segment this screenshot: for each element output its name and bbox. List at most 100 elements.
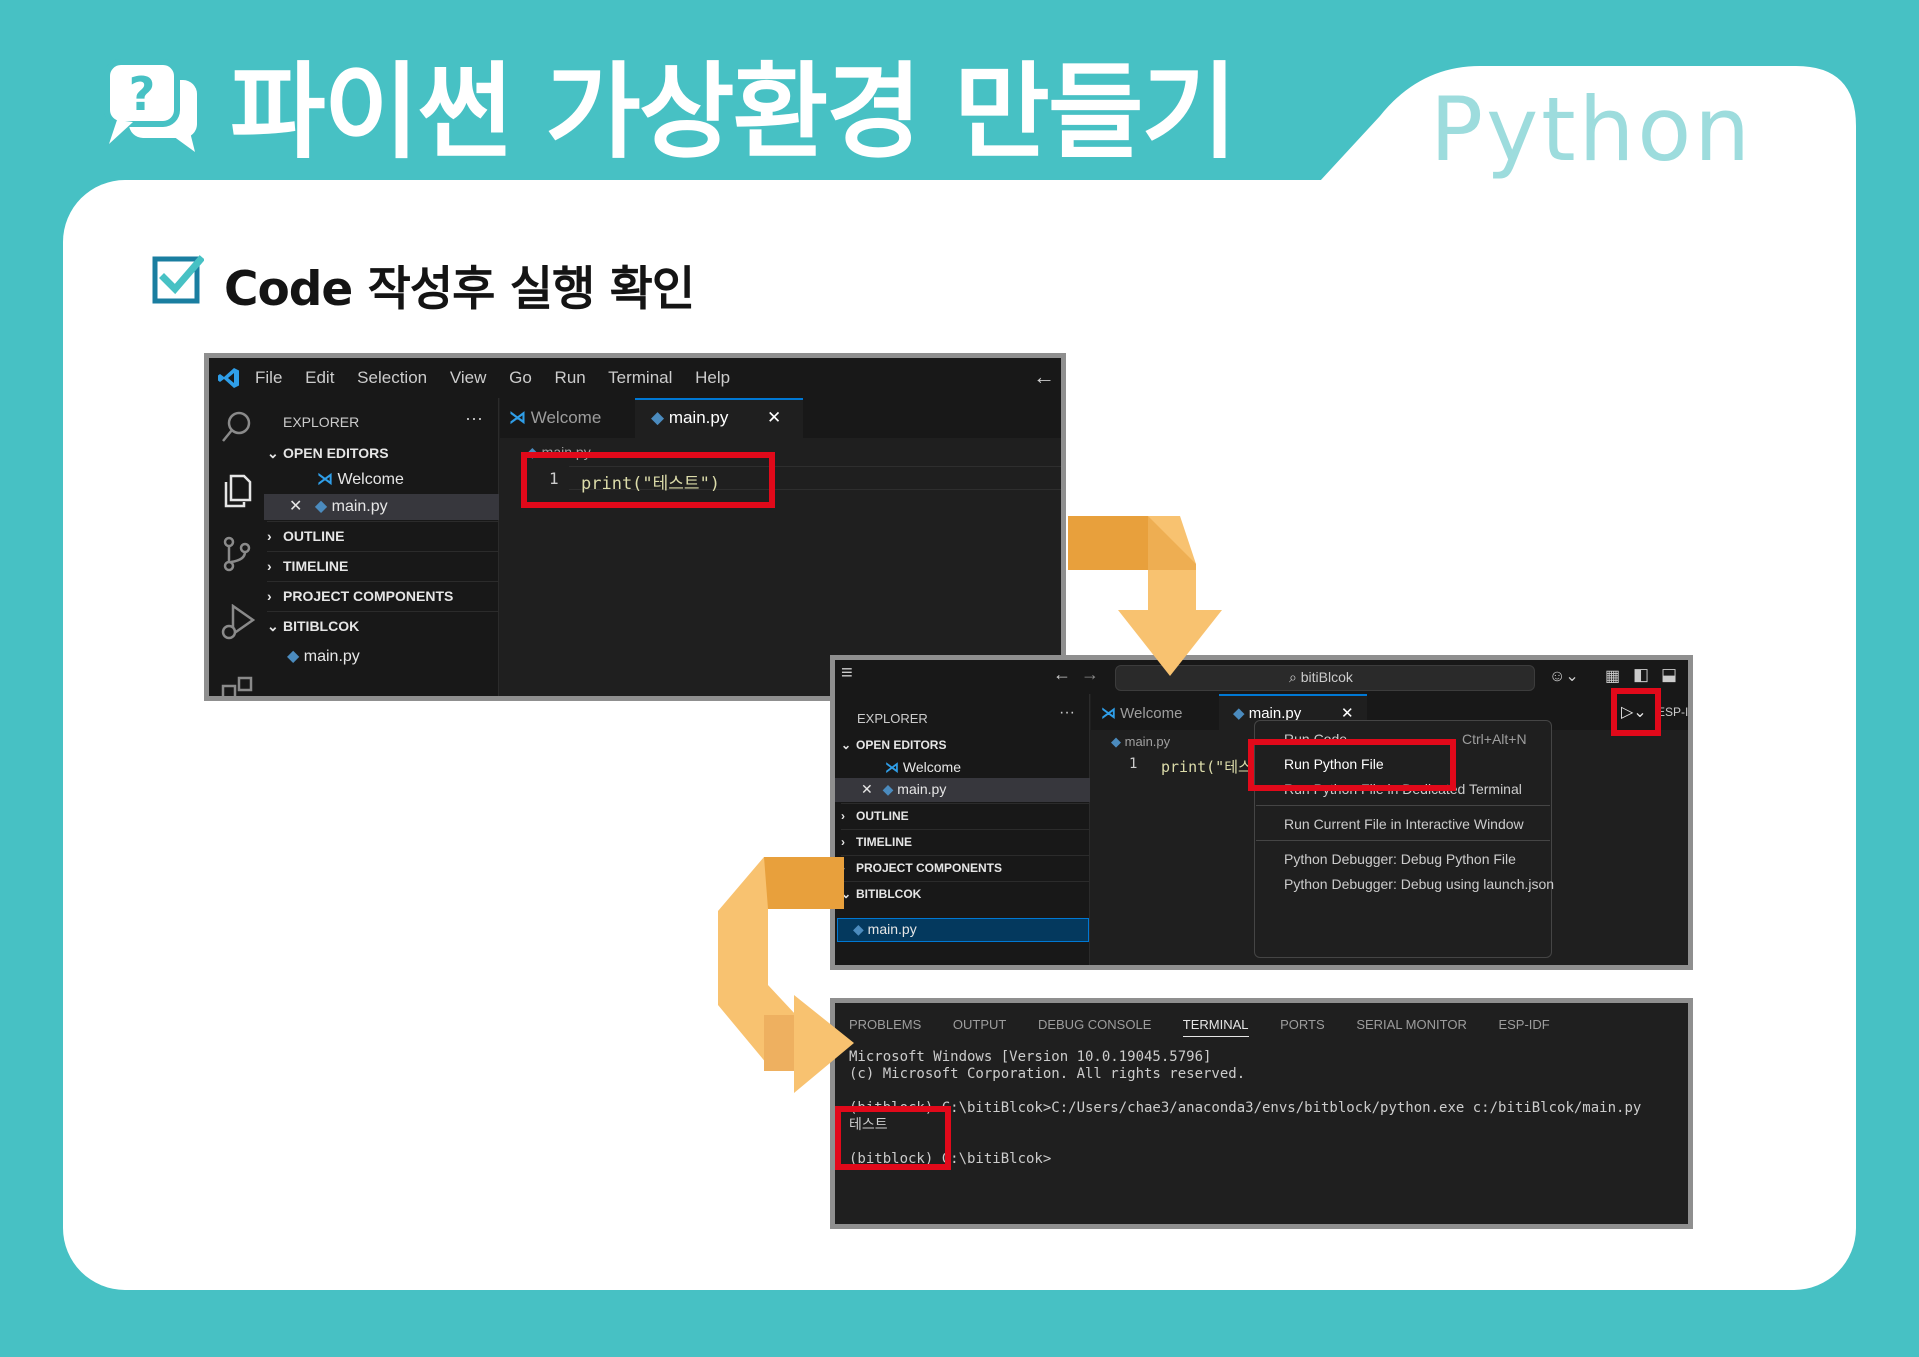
layout-icon[interactable]: ▦ bbox=[1605, 666, 1620, 686]
explorer-icon[interactable] bbox=[222, 474, 252, 508]
panel-tab-esp-idf[interactable]: ESP-IDF bbox=[1498, 1017, 1549, 1032]
more-actions-icon[interactable]: ··· bbox=[465, 408, 483, 429]
close-icon[interactable]: ✕ bbox=[861, 781, 873, 797]
python-tag: Python bbox=[1430, 78, 1754, 181]
tab-welcome[interactable]: ⋊ Welcome bbox=[1101, 704, 1182, 722]
vscode-icon: ⋊ bbox=[885, 759, 899, 775]
copilot-icon[interactable]: ☺⌄ bbox=[1549, 666, 1579, 686]
panel-tab-output[interactable]: OUTPUT bbox=[953, 1017, 1006, 1032]
menu-item-run-interactive-window[interactable]: Run Current File in Interactive Window bbox=[1284, 816, 1524, 832]
explorer-label: EXPLORER bbox=[857, 711, 928, 726]
flow-arrow-left-down bbox=[718, 857, 854, 1093]
python-icon: ◆ bbox=[651, 408, 665, 427]
python-icon: ◆ bbox=[287, 648, 300, 665]
tab-welcome[interactable]: ⋊ Welcome bbox=[509, 408, 601, 428]
flow-arrow-down bbox=[1068, 516, 1222, 676]
panel-tab-terminal[interactable]: TERMINAL bbox=[1182, 1017, 1249, 1037]
python-icon: ◆ bbox=[1233, 705, 1245, 722]
python-icon: ◆ bbox=[1111, 734, 1121, 749]
source-control-icon[interactable] bbox=[223, 536, 251, 572]
back-arrow-icon[interactable]: ← bbox=[1033, 364, 1055, 390]
chevron-down-icon: ⌄ bbox=[841, 738, 852, 752]
sidebar-section-timeline[interactable]: › TIMELINE bbox=[841, 829, 1090, 849]
menu-selection[interactable]: Selection bbox=[357, 368, 427, 387]
breadcrumb[interactable]: ◆ main.py bbox=[1111, 734, 1170, 750]
python-icon: ◆ bbox=[314, 498, 328, 515]
sidebar-section-project-components[interactable]: ›PROJECT COMPONENTS bbox=[841, 855, 1090, 875]
checkbox-icon bbox=[152, 255, 204, 304]
chevron-right-icon: › bbox=[841, 809, 845, 823]
highlight-run-python-file bbox=[1248, 739, 1456, 791]
vscode-icon: ⋊ bbox=[1101, 705, 1116, 722]
toggle-sidebar-icon[interactable]: ◧ bbox=[1633, 665, 1649, 685]
menu-go[interactable]: Go bbox=[509, 368, 532, 387]
panel-tab-serial-monitor[interactable]: SERIAL MONITOR bbox=[1356, 1017, 1467, 1032]
right-tab-esp[interactable]: ESP-I bbox=[1657, 705, 1688, 719]
explorer-label: EXPLORER bbox=[283, 414, 360, 430]
menu-bar: File Edit Selection View Go Run Terminal… bbox=[255, 368, 730, 388]
panel-tab-debug-console[interactable]: DEBUG CONSOLE bbox=[1038, 1017, 1151, 1032]
hamburger-menu-icon[interactable]: ≡ bbox=[841, 662, 853, 685]
page-title: 파이썬 가상환경 만들기 bbox=[230, 51, 1237, 173]
menu-terminal[interactable]: Terminal bbox=[608, 368, 672, 387]
menu-divider bbox=[1256, 840, 1550, 841]
menu-file[interactable]: File bbox=[255, 368, 282, 387]
vscode-icon: ⋊ bbox=[509, 408, 526, 427]
chevron-down-icon: ⌄ bbox=[267, 445, 279, 461]
menu-help[interactable]: Help bbox=[695, 368, 730, 387]
chevron-right-icon: › bbox=[267, 558, 272, 574]
close-icon[interactable]: ✕ bbox=[289, 498, 302, 515]
sidebar-section-bitiblcok[interactable]: ⌄ BITIBLCOK bbox=[841, 881, 1090, 901]
chevron-right-icon: › bbox=[267, 528, 272, 544]
chevron-right-icon: › bbox=[841, 835, 845, 849]
sidebar-section-outline[interactable]: › OUTLINE bbox=[841, 803, 1090, 823]
question-chat-icon: ? bbox=[104, 59, 197, 152]
highlight-code bbox=[521, 452, 775, 508]
menu-divider bbox=[1256, 805, 1550, 806]
toggle-panel-icon[interactable]: ⬓ bbox=[1661, 665, 1677, 685]
python-icon: ◆ bbox=[882, 781, 894, 797]
panel-tabs: PROBLEMS OUTPUT DEBUG CONSOLE TERMINAL P… bbox=[849, 1017, 1550, 1037]
terminal-output[interactable]: Microsoft Windows [Version 10.0.19045.57… bbox=[849, 1049, 1641, 1168]
vscode-window-run-menu: ≡ ← → ⌕ bitiBlcok ☺⌄ ▦ ◧ ⬓ EXPLORER ··· … bbox=[830, 655, 1693, 970]
terminal-line: (c) Microsoft Corporation. All rights re… bbox=[849, 1066, 1246, 1082]
terminal-panel-window: PROBLEMS OUTPUT DEBUG CONSOLE TERMINAL P… bbox=[830, 998, 1693, 1229]
sidebar-section-outline[interactable]: › OUTLINE bbox=[267, 521, 499, 544]
sidebar-section-timeline[interactable]: › TIMELINE bbox=[267, 551, 499, 574]
terminal-line: 테스트 bbox=[849, 1117, 888, 1133]
chevron-right-icon: › bbox=[267, 588, 272, 604]
vscode-icon: ⋊ bbox=[317, 471, 333, 488]
open-editors-header[interactable]: ⌄ OPEN EDITORS bbox=[841, 738, 946, 752]
open-editors-header[interactable]: ⌄ OPEN EDITORS bbox=[267, 445, 389, 462]
menu-view[interactable]: View bbox=[450, 368, 487, 387]
sidebar-section-bitiblcok[interactable]: ⌄ BITIBLCOK bbox=[267, 611, 499, 635]
terminal-line: Microsoft Windows [Version 10.0.19045.57… bbox=[849, 1049, 1212, 1065]
sidebar-section-project-components[interactable]: ›PROJECT COMPONENTS bbox=[267, 581, 499, 604]
menu-edit[interactable]: Edit bbox=[305, 368, 334, 387]
chevron-down-icon: ⌄ bbox=[267, 618, 279, 634]
extensions-icon[interactable] bbox=[221, 676, 255, 696]
folder-file-main-py[interactable]: ◆ main.py bbox=[287, 646, 360, 666]
section-title: Code 작성후 실행 확인 bbox=[224, 262, 695, 317]
highlight-run-button bbox=[1611, 688, 1661, 736]
run-debug-icon[interactable] bbox=[221, 604, 255, 640]
svg-text:?: ? bbox=[129, 67, 156, 121]
vscode-window-editor: File Edit Selection View Go Run Terminal… bbox=[204, 353, 1066, 701]
line-number: 1 bbox=[1129, 756, 1138, 772]
terminal-line: (bitblock) C:\bitiBlcok> bbox=[849, 1151, 1052, 1167]
search-icon[interactable] bbox=[221, 410, 253, 444]
search-icon: ⌕ bbox=[1289, 669, 1297, 685]
tab-close-icon[interactable]: ✕ bbox=[767, 408, 781, 428]
menu-item-debug-python-file[interactable]: Python Debugger: Debug Python File bbox=[1284, 851, 1516, 867]
open-editor-welcome[interactable]: ⋊ Welcome bbox=[885, 759, 961, 776]
menu-item-debug-launch-json[interactable]: Python Debugger: Debug using launch.json bbox=[1284, 876, 1554, 892]
vscode-logo-icon bbox=[218, 368, 239, 388]
more-actions-icon[interactable]: ··· bbox=[1059, 704, 1075, 722]
open-editor-welcome[interactable]: ⋊ Welcome bbox=[317, 469, 404, 489]
highlight-output bbox=[835, 1106, 951, 1170]
menu-run[interactable]: Run bbox=[555, 368, 586, 387]
terminal-line: (bitblock) C:\bitiBlcok>C:/Users/chae3/a… bbox=[849, 1100, 1642, 1116]
panel-tab-ports[interactable]: PORTS bbox=[1280, 1017, 1325, 1032]
